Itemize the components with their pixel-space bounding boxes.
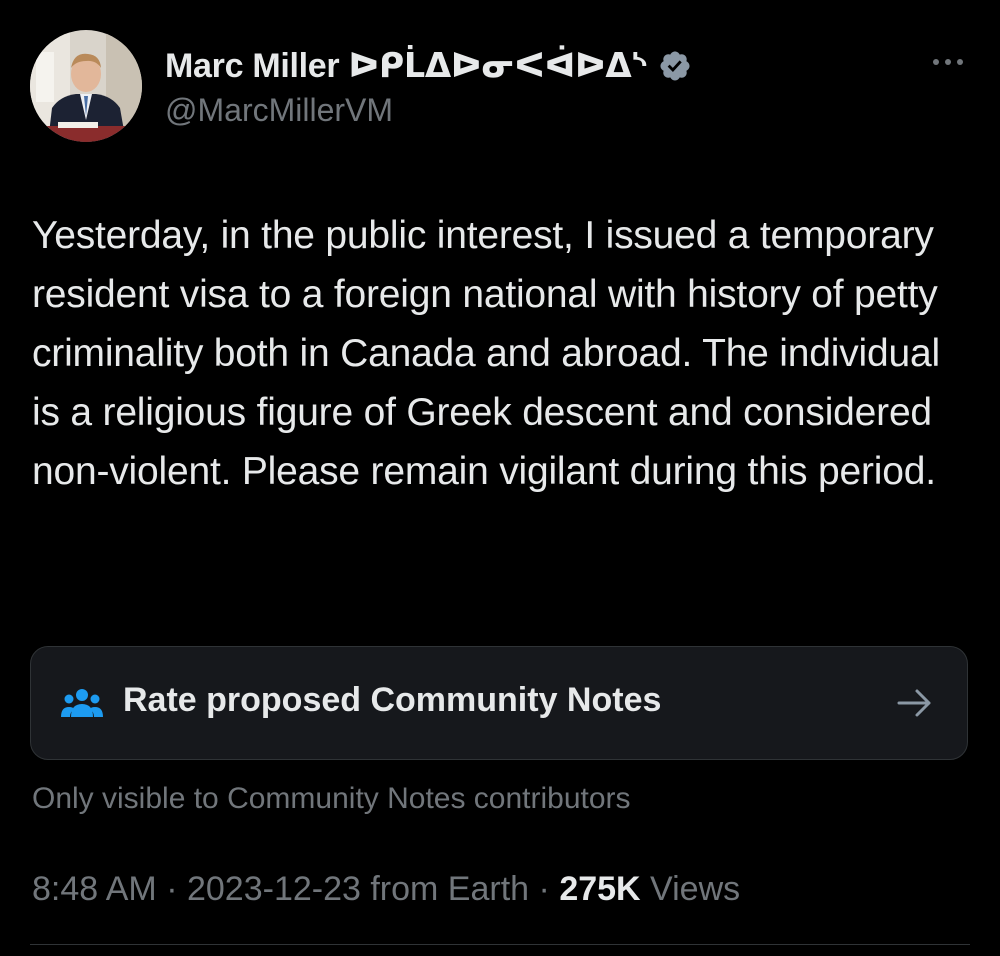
- views-count[interactable]: 275K: [559, 870, 640, 908]
- verified-badge-icon: [658, 49, 692, 83]
- views-label: Views: [650, 870, 741, 908]
- avatar-photo: [30, 30, 142, 142]
- tweet-text: Yesterday, in the public interest, I iss…: [32, 214, 940, 493]
- community-notes-visibility-note: Only visible to Community Notes contribu…: [32, 782, 631, 815]
- tweet-meta: 8:48 AM · 2023-12-23 from Earth · 275K V…: [32, 870, 740, 909]
- more-horizontal-icon[interactable]: [930, 50, 966, 74]
- tweet-source: from Earth: [370, 870, 530, 908]
- rate-community-notes-button[interactable]: Rate proposed Community Notes: [30, 646, 968, 760]
- arrow-right-icon: [897, 687, 933, 719]
- tweet-date[interactable]: 2023-12-23: [187, 870, 361, 908]
- tweet-time[interactable]: 8:48 AM: [32, 870, 157, 908]
- author-name-row[interactable]: Marc Miller ᐅᑭᒫᐃᐅᓂᐸᐋᐅᐃᔅ: [165, 42, 692, 90]
- author-handle[interactable]: @MarcMillerVM: [165, 92, 393, 129]
- avatar[interactable]: [30, 30, 142, 142]
- divider: [30, 944, 970, 945]
- community-notes-label: Rate proposed Community Notes: [123, 681, 662, 719]
- author-display-name[interactable]: Marc Miller ᐅᑭᒫᐃᐅᓂᐸᐋᐅᐃᔅ: [165, 46, 648, 86]
- meta-separator: ·: [166, 870, 178, 908]
- people-icon: [61, 687, 103, 721]
- meta-separator: ·: [538, 870, 550, 908]
